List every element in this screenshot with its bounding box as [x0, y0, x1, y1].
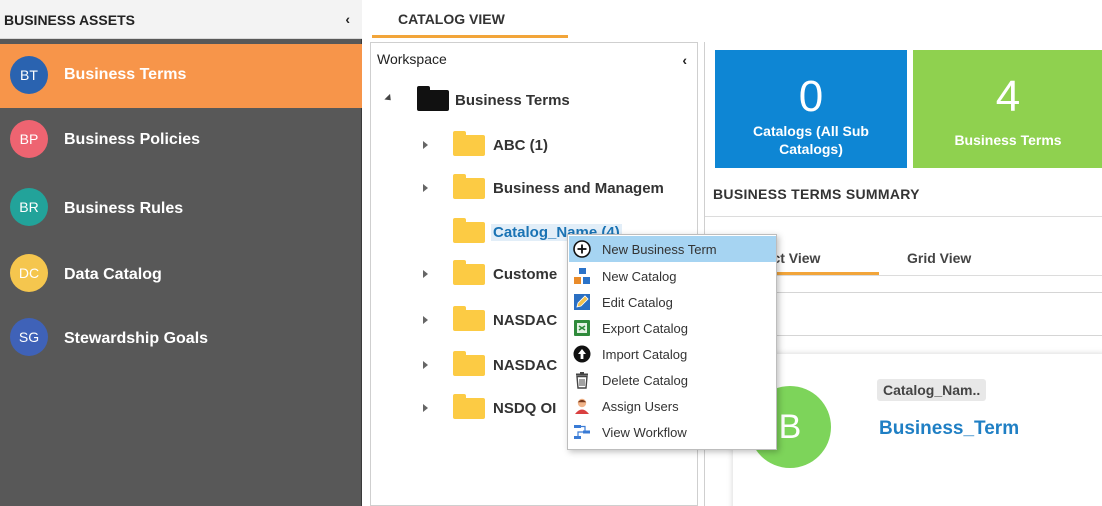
menu-item-label: View Workflow	[602, 425, 687, 440]
user-icon	[575, 398, 589, 414]
sidebar-item-data-catalog[interactable]: DC Data Catalog	[0, 240, 362, 304]
folder-icon	[453, 394, 485, 419]
sidebar-item-label: Data Catalog	[64, 266, 162, 283]
business-rules-avatar: BR	[10, 188, 48, 226]
expand-right-icon[interactable]	[423, 141, 428, 149]
folder-icon	[453, 218, 485, 243]
sidebar-title: BUSINESS ASSETS	[4, 12, 135, 28]
folder-icon	[417, 86, 449, 111]
sidebar-item-business-rules[interactable]: BR Business Rules	[0, 176, 362, 240]
trash-icon	[576, 372, 588, 389]
tree-node-label: Business Terms	[455, 92, 570, 109]
expand-right-icon[interactable]	[423, 316, 428, 324]
workflow-icon	[574, 425, 590, 439]
tree-node-abc[interactable]: ABC (1)	[371, 130, 697, 160]
tree-node-label: ABC (1)	[493, 137, 548, 154]
menu-item-delete-catalog[interactable]: Delete Catalog	[569, 367, 776, 393]
expand-right-icon[interactable]	[423, 184, 428, 192]
sidebar-item-label: Stewardship Goals	[64, 330, 209, 347]
sidebar-item-label: Business Rules	[64, 200, 184, 217]
tab-bar: CATALOG VIEW	[362, 0, 1102, 39]
menu-item-label: Import Catalog	[602, 347, 688, 362]
collapse-sidebar-icon[interactable]: ‹	[345, 11, 350, 27]
sidebar-item-label: Business Terms	[64, 66, 187, 83]
tree-node-label: Custome	[493, 266, 558, 283]
menu-item-label: Assign Users	[602, 399, 679, 414]
folder-icon	[453, 260, 485, 285]
catalog-badge: Catalog_Nam..	[877, 379, 987, 401]
tree-node-business-terms[interactable]: Business Terms	[371, 85, 697, 115]
sidebar-item-stewardship-goals[interactable]: SG Stewardship Goals	[0, 304, 362, 368]
catalogs-count-tile[interactable]: 0 Catalogs (All Sub Catalogs)	[715, 50, 907, 168]
catalogs-count: 0	[798, 72, 824, 121]
folder-icon	[453, 351, 485, 376]
menu-item-label: Delete Catalog	[602, 373, 688, 388]
plus-circle-icon	[573, 240, 591, 258]
menu-item-export-catalog[interactable]: Export Catalog	[569, 315, 776, 341]
collapse-workspace-icon[interactable]: ‹	[682, 52, 687, 68]
tree-node-label: NSDQ OI	[493, 400, 557, 417]
menu-item-view-workflow[interactable]: View Workflow	[569, 419, 776, 445]
menu-item-assign-users[interactable]: Assign Users	[569, 393, 776, 419]
menu-item-edit-catalog[interactable]: Edit Catalog	[569, 289, 776, 315]
sidebar-header: BUSINESS ASSETS ‹	[0, 0, 362, 39]
menu-item-label: Edit Catalog	[602, 295, 673, 310]
business-term-link[interactable]: Business_Term	[879, 418, 1019, 440]
sidebar-item-business-terms[interactable]: BT Business Terms	[0, 44, 362, 108]
business-assets-sidebar: BUSINESS ASSETS ‹ BT Business Terms BP B…	[0, 0, 362, 506]
tree-node-label: NASDAC	[493, 357, 558, 374]
business-policies-avatar: BP	[10, 120, 48, 158]
business-terms-count: 4	[995, 72, 1021, 121]
expand-right-icon[interactable]	[423, 404, 428, 412]
new-catalog-icon	[574, 268, 590, 284]
stewardship-goals-avatar: SG	[10, 318, 48, 356]
menu-item-import-catalog[interactable]: Import Catalog	[569, 341, 776, 367]
search-input[interactable]	[720, 303, 1100, 325]
tree-node-business-and-management[interactable]: Business and Managem	[371, 173, 697, 203]
expand-right-icon[interactable]	[423, 361, 428, 369]
tree-node-label: Business and Managem	[493, 180, 664, 197]
business-terms-count-tile[interactable]: 4 Business Terms	[913, 50, 1102, 168]
tab-grid-view[interactable]: Grid View	[907, 250, 971, 266]
catalog-context-menu: New Business Term New Catalog Edit Catal…	[567, 234, 777, 450]
edit-icon	[574, 294, 590, 310]
tab-catalog-view[interactable]: CATALOG VIEW	[372, 0, 568, 38]
catalogs-count-label-line1: Catalogs (All Sub	[753, 123, 869, 139]
menu-item-label: New Business Term	[602, 242, 717, 257]
business-terms-avatar: BT	[10, 56, 48, 94]
sidebar-item-label: Business Policies	[64, 131, 201, 148]
business-terms-count-label: Business Terms	[954, 132, 1062, 148]
expand-right-icon[interactable]	[423, 270, 428, 278]
tree-node-label: NASDAC	[493, 312, 558, 329]
import-icon	[573, 345, 591, 363]
sidebar-item-business-policies[interactable]: BP Business Policies	[0, 108, 362, 172]
folder-icon	[453, 306, 485, 331]
menu-item-label: Export Catalog	[602, 321, 688, 336]
menu-item-new-business-term[interactable]: New Business Term	[569, 236, 776, 262]
menu-item-label: New Catalog	[602, 269, 677, 284]
folder-icon	[453, 131, 485, 156]
divider	[705, 216, 1102, 217]
tab-catalog-view-label: CATALOG VIEW	[398, 11, 505, 27]
folder-icon	[453, 174, 485, 199]
data-catalog-avatar: DC	[10, 254, 48, 292]
expand-down-icon[interactable]	[384, 93, 394, 104]
export-icon	[574, 320, 590, 336]
summary-title: BUSINESS TERMS SUMMARY	[713, 186, 920, 202]
workspace-title: Workspace	[377, 51, 447, 67]
menu-item-new-catalog[interactable]: New Catalog	[569, 263, 776, 289]
catalogs-count-label-line2: Catalogs)	[779, 141, 843, 157]
business-term-card[interactable]: B Catalog_Nam.. Business_Term	[733, 354, 1102, 506]
